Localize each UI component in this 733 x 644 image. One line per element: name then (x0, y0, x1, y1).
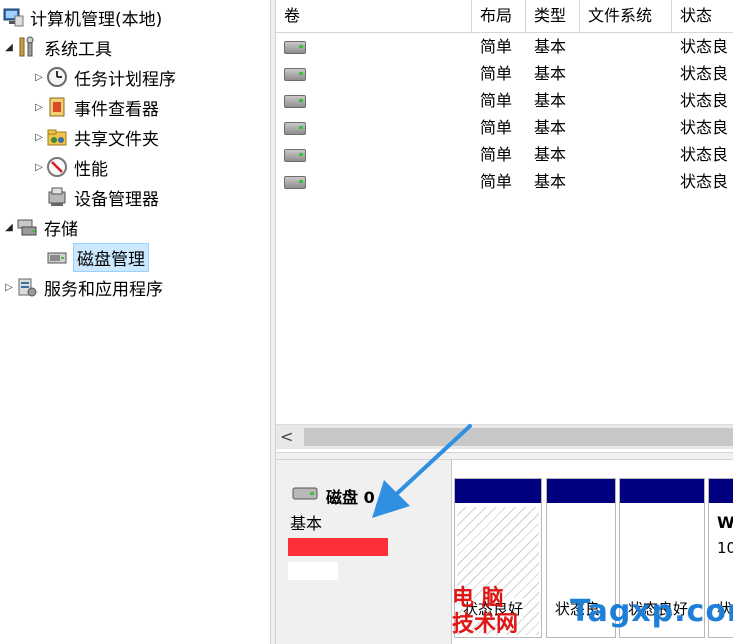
expand-arrow-icon[interactable]: ▷ (32, 132, 46, 143)
cell-type: 基本 (534, 64, 567, 83)
volume-list: 卷 布局 类型 文件系统 状态 简单 基本 状态良 简单 基本 状态良 简单 基… (276, 0, 733, 452)
device-manager-icon (46, 186, 68, 208)
collapse-arrow-icon[interactable]: ◢ (2, 42, 16, 53)
table-row[interactable]: 简单 基本 状态良 (276, 87, 733, 114)
cell-status: 状态良 (680, 172, 729, 191)
tree-item-root[interactable]: 计算机管理(本地) (2, 4, 162, 30)
expand-arrow-icon[interactable]: ▷ (32, 102, 46, 113)
site-watermark: 电 脑 技术网 Tagxp.com (440, 582, 733, 644)
cell-type: 基本 (534, 145, 567, 164)
expand-arrow-icon[interactable]: ▷ (2, 282, 16, 293)
tree-item-storage[interactable]: ◢ 存储 (2, 214, 78, 240)
drive-icon (284, 41, 306, 54)
tree-label-system-tools: 系统工具 (44, 39, 112, 60)
column-header-type[interactable]: 类型 (526, 0, 580, 32)
navigation-tree: 计算机管理(本地) ◢ 系统工具 ▷ 任务计划程序 ▷ 事件查看器 ▷ 共享文件… (0, 0, 270, 644)
redacted-status (288, 562, 338, 580)
drive-icon (284, 68, 306, 81)
disk-type: 基本 (290, 514, 323, 533)
tree-item-shared-folders[interactable]: ▷ 共享文件夹 (32, 124, 159, 150)
column-header-status[interactable]: 状态 (672, 0, 733, 32)
watermark-line-2: 技术网 (452, 612, 519, 637)
tree-label-device-manager: 设备管理器 (74, 189, 159, 210)
volume-list-header: 卷 布局 类型 文件系统 状态 (276, 0, 733, 33)
tree-item-device-manager[interactable]: 设备管理器 (46, 184, 159, 210)
tree-item-disk-management[interactable]: 磁盘管理 (46, 242, 149, 272)
tree-label-storage: 存储 (44, 219, 78, 240)
clock-icon (46, 66, 68, 88)
column-header-filesystem[interactable]: 文件系统 (580, 0, 672, 32)
performance-icon (46, 156, 68, 178)
table-row[interactable]: 简单 基本 状态良 (276, 114, 733, 141)
cell-type: 基本 (534, 37, 567, 56)
annotation-arrow-icon (372, 424, 472, 518)
cell-status: 状态良 (680, 64, 729, 83)
tree-item-performance[interactable]: ▷ 性能 (32, 154, 108, 180)
cell-layout: 简单 (480, 145, 513, 164)
tree-label-shared-folders: 共享文件夹 (74, 129, 159, 150)
scroll-left-icon[interactable]: < (280, 425, 298, 449)
drive-icon (292, 486, 318, 505)
expand-arrow-icon[interactable]: ▷ (32, 72, 46, 83)
redacted-capacity (288, 538, 388, 556)
cell-type: 基本 (534, 118, 567, 137)
shared-folder-icon (46, 126, 68, 148)
event-log-icon (46, 96, 68, 118)
tree-label-event-viewer: 事件查看器 (74, 99, 159, 120)
tree-item-system-tools[interactable]: ◢ 系统工具 (2, 34, 112, 60)
expand-arrow-icon[interactable]: ▷ (32, 162, 46, 173)
table-row[interactable]: 简单 基本 状态良 (276, 141, 733, 168)
cell-layout: 简单 (480, 91, 513, 110)
partition-label: W (717, 513, 733, 532)
tree-label-disk-management: 磁盘管理 (73, 242, 149, 272)
tree-label-root: 计算机管理(本地) (30, 9, 163, 30)
drive-icon (284, 122, 306, 135)
cell-status: 状态良 (680, 145, 729, 164)
cell-layout: 简单 (480, 37, 513, 56)
table-row[interactable]: 简单 基本 状态良 (276, 33, 733, 60)
tree-item-event-viewer[interactable]: ▷ 事件查看器 (32, 94, 159, 120)
tools-icon (16, 36, 38, 58)
cell-status: 状态良 (680, 118, 729, 137)
table-row[interactable]: 简单 基本 状态良 (276, 168, 733, 195)
column-header-volume[interactable]: 卷 (276, 0, 472, 32)
tree-label-task-scheduler: 任务计划程序 (74, 69, 176, 90)
horizontal-splitter[interactable] (276, 452, 733, 460)
cell-layout: 简单 (480, 118, 513, 137)
tree-label-services-apps: 服务和应用程序 (44, 279, 163, 300)
partition-header-bar (547, 479, 615, 503)
collapse-arrow-icon[interactable]: ◢ (2, 222, 16, 233)
partition-capacity: 10 (717, 539, 733, 557)
cell-type: 基本 (534, 172, 567, 191)
services-icon (16, 276, 38, 298)
cell-layout: 简单 (480, 172, 513, 191)
partition-header-bar (620, 479, 704, 503)
tree-item-task-scheduler[interactable]: ▷ 任务计划程序 (32, 64, 176, 90)
drive-icon (284, 149, 306, 162)
computer-management-icon (2, 6, 24, 28)
watermark-line-1: 电 脑 (452, 586, 504, 611)
partition-header-bar (709, 479, 733, 503)
storage-icon (16, 216, 38, 238)
watermark-domain: Tagxp.com (570, 594, 733, 629)
column-header-layout[interactable]: 布局 (472, 0, 526, 32)
tree-label-performance: 性能 (74, 159, 108, 180)
watermark-chinese: 电 脑 技术网 (452, 586, 518, 638)
drive-icon (284, 95, 306, 108)
disk-icon (46, 246, 68, 268)
cell-layout: 简单 (480, 64, 513, 83)
cell-type: 基本 (534, 91, 567, 110)
drive-icon (284, 176, 306, 189)
cell-status: 状态良 (680, 37, 729, 56)
cell-status: 状态良 (680, 91, 729, 110)
tree-item-services-apps[interactable]: ▷ 服务和应用程序 (2, 274, 163, 300)
table-row[interactable]: 简单 基本 状态良 (276, 60, 733, 87)
horizontal-scrollbar[interactable]: < (276, 424, 733, 449)
